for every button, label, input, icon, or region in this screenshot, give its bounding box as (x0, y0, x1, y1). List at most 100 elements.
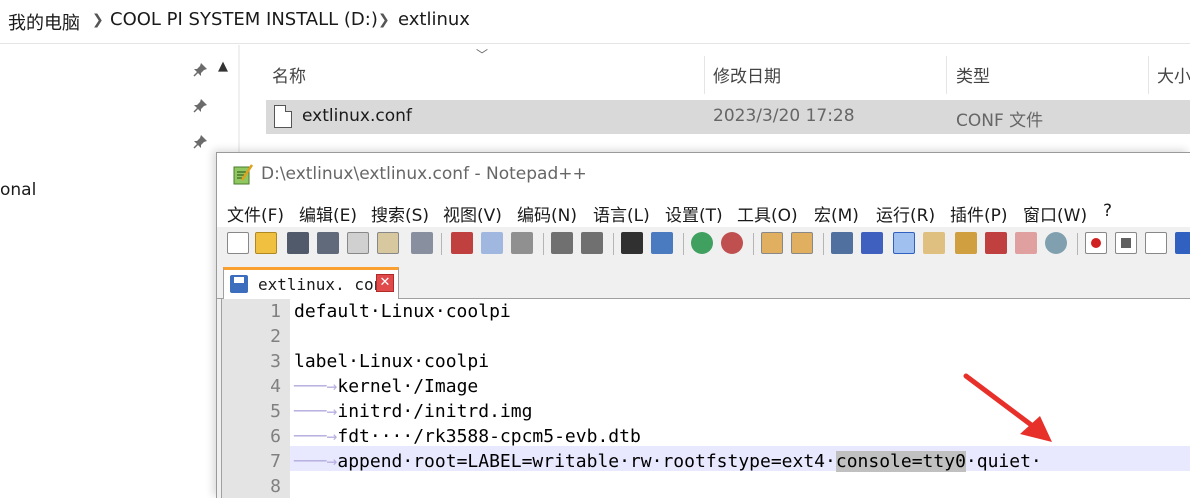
floppy-save-icon (230, 275, 248, 293)
pin-icon[interactable] (192, 98, 208, 114)
notepadpp-icon (233, 164, 253, 185)
function-list-icon[interactable] (985, 232, 1007, 254)
zoom-out-icon[interactable] (721, 232, 743, 254)
paste-icon[interactable] (511, 232, 533, 254)
navigation-pane: ▲ onal (0, 45, 240, 498)
close-all-icon[interactable] (377, 232, 399, 254)
menu-macro[interactable]: 宏(M) (814, 201, 859, 226)
menu-bar: 文件(F) 编辑(E) 搜索(S) 视图(V) 编码(N) 语言(L) 设置(T… (217, 195, 1190, 227)
column-header-size[interactable]: 大小 (1157, 62, 1190, 87)
file-icon (274, 105, 292, 128)
menu-file[interactable]: 文件(F) (227, 201, 284, 226)
window-title: D:\extlinux\extlinux.conf - Notepad++ (261, 164, 587, 184)
column-divider[interactable] (704, 56, 705, 94)
show-all-chars-icon[interactable] (861, 232, 883, 254)
menu-plugins[interactable]: 插件(P) (950, 201, 1008, 226)
open-folder-icon[interactable] (255, 232, 277, 254)
tab-arrow-marker: ───→ (294, 401, 338, 422)
line-number: 8 (270, 476, 281, 497)
toolbar-separator (1077, 233, 1078, 255)
menu-encoding[interactable]: 编码(N) (517, 201, 577, 226)
print-icon[interactable] (411, 232, 433, 254)
file-type: CONF 文件 (956, 111, 1044, 131)
toolbar-separator (823, 233, 824, 255)
menu-settings[interactable]: 设置(T) (665, 201, 723, 226)
tab-label: extlinux. conf (258, 275, 393, 294)
close-tab-icon[interactable]: ✕ (376, 274, 394, 292)
menu-tools[interactable]: 工具(O) (737, 201, 798, 226)
tab-extlinux-conf[interactable]: extlinux. conf ✕ (223, 267, 399, 300)
undo-icon[interactable] (551, 232, 573, 254)
column-header-name[interactable]: 名称 (272, 62, 306, 87)
title-bar[interactable]: D:\extlinux\extlinux.conf - Notepad++ (217, 153, 1190, 195)
column-header-modified[interactable]: 修改日期 (713, 62, 781, 87)
save-icon[interactable] (287, 232, 309, 254)
line-number: 3 (270, 351, 281, 372)
sort-chevron-icon: ﹀ (476, 48, 489, 62)
toolbar-separator (753, 233, 754, 255)
code-text: kernel·/Image (337, 376, 479, 397)
pin-icon[interactable] (192, 134, 208, 150)
word-wrap-icon[interactable] (831, 232, 853, 254)
column-divider[interactable] (1148, 56, 1149, 94)
new-file-icon[interactable] (227, 232, 249, 254)
breadcrumb-extlinux[interactable]: extlinux (398, 9, 470, 30)
indent-guide-icon[interactable] (893, 232, 915, 254)
tab-arrow-marker: ───→ (294, 376, 338, 397)
menu-window[interactable]: 窗口(W) (1023, 201, 1087, 226)
line-number: 5 (270, 401, 281, 422)
toolbar-separator (543, 233, 544, 255)
menu-view[interactable]: 视图(V) (443, 201, 502, 226)
monitoring-icon[interactable] (1045, 232, 1067, 254)
save-all-icon[interactable] (317, 232, 339, 254)
code-line-3: label·Linux·coolpi (294, 351, 490, 372)
address-bar[interactable]: 我的电脑 ❯ COOL PI SYSTEM INSTALL (D:) ❯ ext… (0, 0, 1190, 44)
code-text: initrd·/initrd.img (337, 401, 533, 422)
menu-search[interactable]: 搜索(S) (371, 201, 429, 226)
code-line-7: ───→append·root=LABEL=writable·rw·rootfs… (294, 451, 1042, 472)
code-line-4: ───→kernel·/Image (294, 376, 478, 397)
column-divider[interactable] (946, 56, 947, 94)
menu-language[interactable]: 语言(L) (593, 201, 650, 226)
run-macro-multiple-icon[interactable] (1175, 232, 1190, 254)
find-icon[interactable] (621, 232, 643, 254)
code-highlight-console: console=tty0 (835, 451, 966, 472)
sync-vertical-icon[interactable] (761, 232, 783, 254)
user-language-icon[interactable] (923, 232, 945, 254)
nav-item-partial[interactable]: onal (0, 180, 36, 200)
record-macro-icon[interactable] (1085, 232, 1107, 254)
pin-icon[interactable] (192, 62, 208, 78)
sync-horizontal-icon[interactable] (791, 232, 813, 254)
red-arrow-annotation (963, 373, 1052, 442)
redo-icon[interactable] (581, 232, 603, 254)
close-icon[interactable] (347, 232, 369, 254)
chevron-right-icon: ❯ (378, 12, 390, 28)
toolbar-separator (613, 233, 614, 255)
breadcrumb-my-computer[interactable]: 我的电脑 (8, 9, 80, 35)
tab-arrow-marker: ───→ (294, 451, 338, 472)
code-line-1: default·Linux·coolpi (294, 301, 511, 322)
play-macro-icon[interactable] (1145, 232, 1167, 254)
scroll-up-icon[interactable]: ▲ (218, 59, 228, 74)
tab-bar: extlinux. conf ✕ (217, 261, 1190, 300)
file-row[interactable]: extlinux.conf 2023/3/20 17:28 CONF 文件 (266, 100, 1190, 134)
breadcrumb-drive[interactable]: COOL PI SYSTEM INSTALL (D:) (110, 9, 378, 30)
chevron-right-icon: ❯ (92, 12, 104, 28)
file-modified: 2023/3/20 17:28 (713, 106, 855, 126)
column-header-type[interactable]: 类型 (956, 62, 990, 87)
replace-icon[interactable] (651, 232, 673, 254)
zoom-in-icon[interactable] (691, 232, 713, 254)
doc-map-icon[interactable] (955, 232, 977, 254)
line-number: 6 (270, 426, 281, 447)
copy-icon[interactable] (481, 232, 503, 254)
menu-help[interactable]: ? (1103, 201, 1112, 221)
toolbar-separator (683, 233, 684, 255)
line-number: 1 (270, 301, 281, 322)
code-line-6: ───→fdt····/rk3588-cpcm5-evb.dtb (294, 426, 641, 447)
menu-run[interactable]: 运行(R) (876, 201, 935, 226)
toolbar (217, 227, 1190, 261)
menu-edit[interactable]: 编辑(E) (299, 201, 357, 226)
cut-icon[interactable] (451, 232, 473, 254)
folder-workspace-icon[interactable] (1015, 232, 1037, 254)
stop-macro-icon[interactable] (1115, 232, 1137, 254)
